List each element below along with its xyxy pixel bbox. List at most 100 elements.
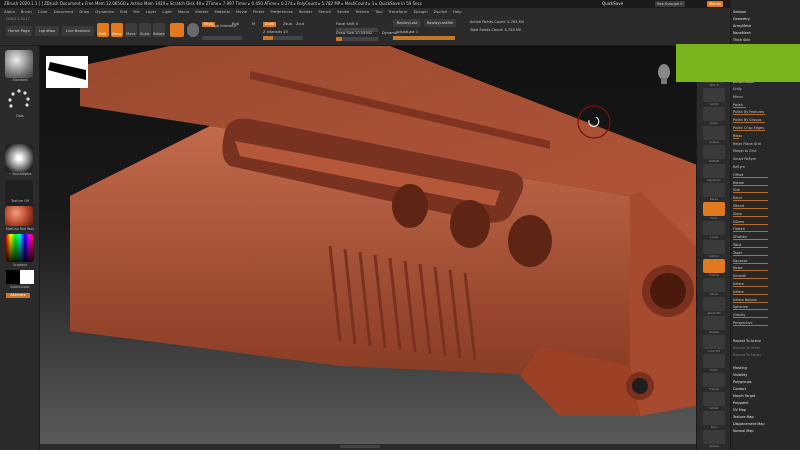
menu-material[interactable]: Material [214, 9, 229, 14]
shelf-xpose-icon[interactable] [703, 430, 725, 444]
palette-section-arraymesh[interactable]: ArrayMesh [733, 24, 797, 29]
menu-draw[interactable]: Draw [79, 9, 89, 14]
deformation-sbend[interactable]: SBend [733, 204, 797, 209]
deformation-twist[interactable]: Twist [733, 243, 797, 248]
deformation-gravity[interactable]: Gravity [733, 313, 797, 319]
deformation-polish-by-groups[interactable]: Polish By Groups [733, 118, 797, 124]
replay-last-rel-button[interactable]: ReplayLastRel [424, 19, 456, 27]
deformation-mirror[interactable]: Mirror [733, 95, 797, 100]
deformation-spherize[interactable]: Spherize [733, 305, 797, 311]
shelf-persp-icon[interactable] [703, 183, 725, 197]
deformation-flatten[interactable]: Flatten [733, 227, 797, 233]
menu-light[interactable]: Light [162, 9, 171, 14]
color-picker[interactable] [6, 234, 34, 262]
menu-alpha[interactable]: Alpha [4, 9, 15, 14]
rgb-intensity-slider[interactable] [202, 36, 242, 40]
deformation-taper[interactable]: Taper [733, 251, 797, 256]
shelf-actual-icon[interactable] [703, 126, 725, 140]
repeat-to-folder-button[interactable]: Repeat To Folder [733, 353, 797, 358]
alpha-thumbnail[interactable] [5, 144, 33, 172]
repeat-to-active-button[interactable]: Repeat To Active [733, 339, 797, 344]
shelf-frame-icon[interactable] [703, 259, 725, 273]
palette-section-uv-map[interactable]: UV Map [733, 408, 797, 413]
menu-preferences[interactable]: Preferences [270, 9, 292, 14]
palette-section-texture-map[interactable]: Texture Map [733, 415, 797, 420]
deformation-perspective[interactable]: Perspective [733, 321, 797, 326]
main-color-swatch[interactable] [6, 270, 20, 284]
shelf-solo-icon[interactable] [703, 411, 725, 425]
zadd-toggle[interactable]: Zadd [263, 22, 277, 27]
lightbox-button[interactable]: LightBox [35, 26, 59, 36]
palette-section-thick-skin[interactable]: Thick Skin [733, 38, 797, 43]
material-swatch[interactable] [170, 23, 184, 37]
shelf-local-icon[interactable] [703, 221, 725, 235]
menu-render[interactable]: Render [299, 9, 313, 14]
deformation-offset[interactable]: Offset [733, 173, 797, 178]
menu-file[interactable]: File [133, 9, 139, 14]
palette-section-morph-target[interactable]: Morph Target [733, 394, 797, 399]
palette-section-subtool[interactable]: Subtool [733, 10, 797, 15]
shelf-zoom3d-icon[interactable] [703, 297, 725, 311]
palette-section-displacement-map[interactable]: Displacement Map [733, 422, 797, 427]
standard-brush-thumbnail[interactable] [5, 50, 33, 78]
quicksave-button[interactable]: QuickSave [602, 0, 623, 8]
rotate-button[interactable]: Rotate [153, 23, 165, 37]
shelf-floor-icon[interactable] [703, 202, 725, 216]
brush-sphere-icon[interactable] [187, 23, 199, 37]
zcut-toggle[interactable]: Zcut [296, 22, 304, 27]
deformation-polish-crisp-edges[interactable]: Polish Crisp Edges [733, 126, 797, 131]
menu-zscript[interactable]: Zscript [434, 9, 447, 14]
draw-button[interactable]: Draw [111, 23, 123, 37]
home-page-button[interactable]: Home Page [6, 26, 32, 36]
adjust-last-slider[interactable] [393, 36, 455, 40]
shelf-zoom-icon[interactable] [703, 107, 725, 121]
palette-section-contact[interactable]: Contact [733, 387, 797, 392]
canvas-viewport[interactable] [40, 46, 696, 444]
menu-transform[interactable]: Transform [389, 9, 408, 14]
palette-section-polygroups[interactable]: Polygroups [733, 380, 797, 385]
zsub-toggle[interactable]: Zsub [283, 22, 292, 27]
shelf-gizmo-icon[interactable] [703, 240, 725, 254]
menu-zplugin[interactable]: Zplugin [413, 9, 427, 14]
menu-layer[interactable]: Layer [146, 9, 157, 14]
menu-color[interactable]: Color [38, 9, 48, 14]
deformation-relax-plane-grid[interactable]: Relax Plane Grid [733, 142, 797, 147]
shelf-scroll-icon[interactable] [703, 88, 725, 102]
palette-section-polypaint[interactable]: Polypaint [733, 401, 797, 406]
menu-picker[interactable]: Picker [253, 9, 264, 14]
matcap-material-thumbnail[interactable] [5, 206, 33, 226]
see-through-slider[interactable]: See-through 0 [655, 1, 685, 7]
orientation-head-icon[interactable] [656, 62, 672, 84]
deformation-skew[interactable]: Skew [733, 212, 797, 217]
edit-button[interactable]: Edit [97, 23, 109, 37]
shelf-aahalf-icon[interactable] [703, 145, 725, 159]
shelf-transp-icon[interactable] [703, 373, 725, 387]
deformation-bend[interactable]: Bend [733, 196, 797, 202]
deformation-squeeze[interactable]: Squeeze [733, 259, 797, 264]
z-intensity-slider[interactable] [263, 36, 303, 40]
deformation-size[interactable]: Size [733, 188, 797, 194]
menu-brush[interactable]: Brush [21, 9, 32, 14]
menu-tool[interactable]: Tool [375, 9, 382, 14]
deformation-unify[interactable]: Unify [733, 87, 797, 92]
deformation-inflate[interactable]: Inflate [733, 290, 797, 295]
switch-color-label[interactable]: SwitchColor [2, 285, 38, 290]
menu-stroke[interactable]: Stroke [337, 9, 349, 14]
deformation-inflate-balloon[interactable]: Inflate Balloon [733, 298, 797, 303]
menu-help[interactable]: Help [453, 9, 462, 14]
menu-macro[interactable]: Macro [178, 9, 190, 14]
palette-section-masking[interactable]: Masking [733, 366, 797, 371]
shelf-dynamic-icon[interactable] [703, 164, 725, 178]
deformation-smart-resym[interactable]: Smart ReSym [733, 157, 797, 162]
repeat-to-other-button[interactable]: Repeat To Other [733, 346, 797, 351]
palette-section-visibility[interactable]: Visibility [733, 373, 797, 378]
deformation-morph-to-grid[interactable]: Morph to Grid [733, 149, 797, 154]
deformation-relax[interactable]: Relax [733, 134, 797, 139]
menu-texture[interactable]: Texture [355, 9, 369, 14]
shelf-rotate-icon[interactable] [703, 316, 725, 330]
deformation-sskew[interactable]: SSkew [733, 220, 797, 225]
secondary-color-swatch[interactable] [20, 270, 34, 284]
shelf-ghost-icon[interactable] [703, 392, 725, 406]
deformation-polish[interactable]: Polish [733, 103, 797, 108]
draw-size-slider[interactable] [336, 37, 378, 41]
